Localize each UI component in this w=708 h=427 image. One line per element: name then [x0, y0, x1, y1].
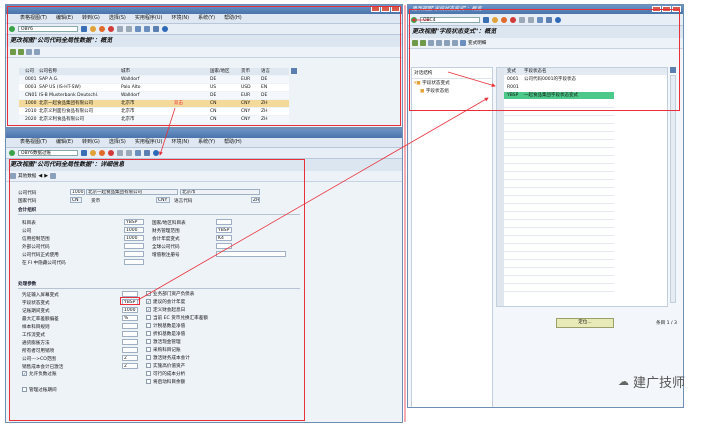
empty-row[interactable] [504, 164, 614, 172]
window-oby6-detail: 表格视图(T) 编辑(E) 转到(G) 选择(S) 实用程序(U) 环境(N) … [5, 128, 403, 423]
empty-row[interactable] [504, 220, 614, 228]
menu-item[interactable]: 环境(N) [171, 138, 189, 147]
highlight-box-obc4 [409, 9, 680, 111]
cancel-icon[interactable] [108, 150, 114, 156]
position-button[interactable]: 定位... [556, 318, 614, 328]
window-obc4: 更改视图"字段状态变式"：概览 OBC4 更改视图"字段状态变式"：概览 变式明… [407, 4, 684, 408]
empty-row[interactable] [504, 252, 614, 260]
find-icon[interactable] [126, 150, 132, 156]
back-icon[interactable] [90, 150, 96, 156]
menu-item[interactable]: 表格视图(T) [20, 138, 47, 147]
empty-row[interactable] [504, 244, 614, 252]
layout-icon[interactable] [144, 150, 150, 156]
menu-item[interactable]: 实用程序(U) [135, 138, 163, 147]
menu-item[interactable]: 编辑(E) [56, 138, 73, 147]
window-oby6-overview: 表格视图(T) 编辑(E) 转到(G) 选择(S) 实用程序(U) 环境(N) … [5, 4, 403, 128]
empty-row[interactable] [504, 172, 614, 180]
position-button-label: 定位... [578, 320, 592, 325]
empty-row[interactable] [504, 140, 614, 148]
highlight-box-overview [7, 6, 401, 126]
empty-row[interactable] [504, 212, 614, 220]
wechat-icon: ☁ [618, 375, 629, 388]
empty-row[interactable] [504, 156, 614, 164]
exit-icon[interactable] [99, 150, 105, 156]
empty-row[interactable] [504, 236, 614, 244]
empty-row[interactable] [504, 204, 614, 212]
menu-item[interactable]: 系统(Y) [198, 138, 215, 147]
highlight-box-detail [9, 159, 305, 421]
entry-count: 条目 1 / 3 [656, 321, 677, 326]
empty-row[interactable] [504, 124, 614, 132]
empty-row[interactable] [504, 116, 614, 124]
menu-bar: 表格视图(T) 编辑(E) 转到(G) 选择(S) 实用程序(U) 环境(N) … [6, 138, 402, 148]
empty-row[interactable] [504, 260, 614, 268]
watermark: ☁ 建广技师 [618, 372, 685, 391]
menu-item[interactable]: 选择(S) [109, 138, 126, 147]
system-toolbar: OBY6数据过账 [6, 148, 402, 159]
empty-row[interactable] [504, 148, 614, 156]
empty-row[interactable] [504, 268, 614, 276]
watermark-text: 建广技师 [633, 376, 686, 391]
help-icon[interactable] [153, 150, 159, 156]
command-field[interactable]: OBY6数据过账 [18, 150, 78, 156]
menu-item[interactable]: 转到(G) [82, 138, 100, 147]
highlight-box-field-status [120, 297, 140, 305]
page-icon[interactable] [135, 150, 141, 156]
dialog-structure-tree: 对话结构 ▾■ 字段状态变式 ■ 字段状态组 [411, 67, 493, 407]
empty-row[interactable] [504, 180, 614, 188]
save-icon[interactable] [81, 150, 87, 156]
empty-row[interactable] [504, 188, 614, 196]
empty-row[interactable] [504, 228, 614, 236]
empty-row[interactable] [504, 132, 614, 140]
empty-row[interactable] [504, 284, 614, 292]
window-title-bar [6, 129, 402, 138]
enter-icon[interactable] [9, 150, 15, 156]
empty-row[interactable] [504, 276, 614, 284]
empty-row[interactable] [504, 196, 614, 204]
menu-item[interactable]: 帮助(H) [224, 138, 242, 147]
print-icon[interactable] [117, 150, 123, 156]
